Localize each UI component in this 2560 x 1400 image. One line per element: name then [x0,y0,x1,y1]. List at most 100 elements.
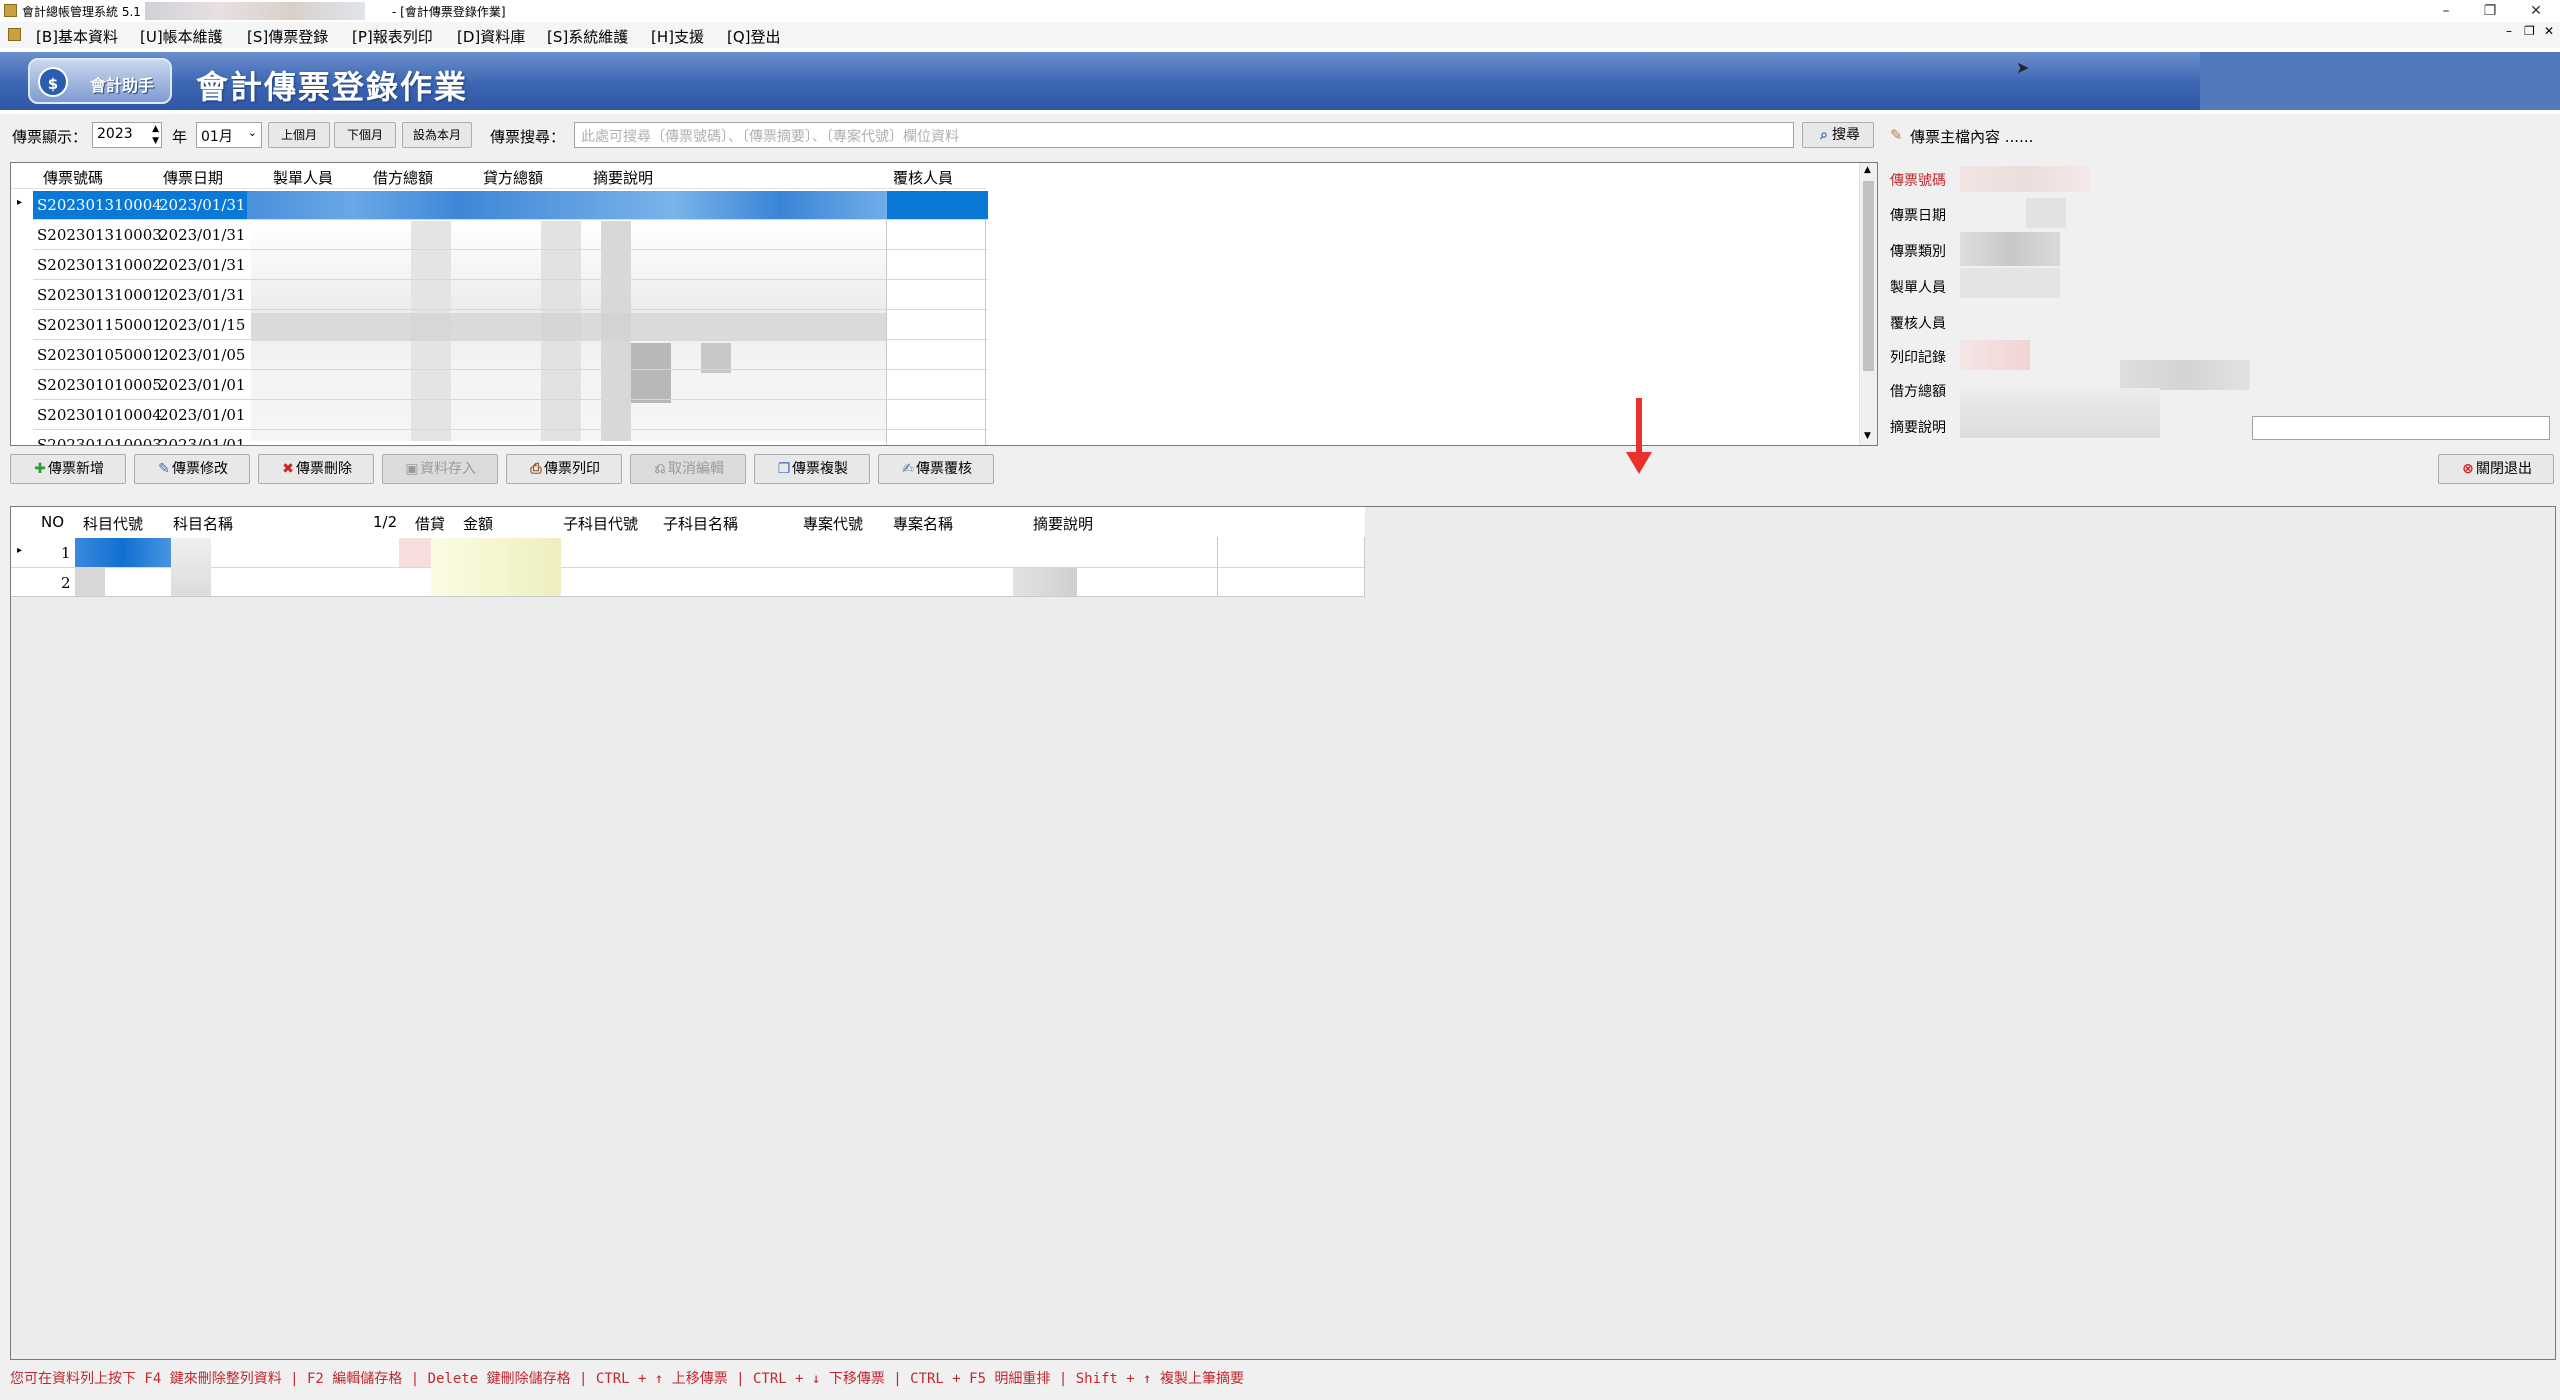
table-row-date[interactable]: 2023/01/31 [159,226,245,244]
table-row-no[interactable]: S202301010005 [37,376,162,394]
close-exit-button[interactable]: ⊗ 關閉退出 [2438,454,2554,484]
selected-account-cell[interactable] [75,538,171,567]
page-title: 會計傳票登錄作業 [196,68,469,106]
this-month-button[interactable]: 設為本月 [402,122,472,148]
table-row-no[interactable]: S202301310004 [37,196,162,214]
redacted-block [171,538,211,596]
col-sub-account-code[interactable]: 子科目代號 [563,513,638,534]
table-row-date[interactable]: 2023/01/31 [159,256,245,274]
table-row-date[interactable]: 2023/01/15 [159,316,245,334]
redacted-block [1013,568,1077,596]
month-select[interactable]: 01月 ⌄ [196,122,262,148]
spin-arrows-icon[interactable]: ▲ ▼ [152,123,159,147]
cancel-edit-button[interactable]: ⎌ 取消編輯 [630,454,746,484]
menu-voucher[interactable]: [S]傳票登錄 [247,26,328,47]
menu-system[interactable]: [S]系統維護 [547,26,628,47]
col-project-code[interactable]: 專案代號 [803,513,863,534]
col-preparer[interactable]: 製單人員 [273,167,333,188]
table-row-date[interactable]: 2023/01/05 [159,346,245,364]
form-title: - [會計傳票登錄作業] [392,5,506,19]
edit-voucher-button[interactable]: ✎ 傳票修改 [134,454,250,484]
detail-panel: 傳票號碼 傳票日期 傳票類別 製單人員 覆核人員 列印記錄 借方總額 摘要說明 [1886,164,2556,448]
scrollbar-thumb[interactable] [1863,181,1874,371]
col-half[interactable]: 1/2 [373,513,397,531]
close-icon[interactable]: ✕ [2516,0,2556,22]
chevron-down-icon[interactable]: ⌄ [248,126,257,139]
search-input[interactable]: 此處可搜尋〔傳票號碼〕、〔傳票摘要〕、〔專案代號〕欄位資料 [574,122,1794,148]
scroll-up-icon[interactable]: ▲ [1864,165,1871,175]
review-voucher-button[interactable]: ✍ 傳票覆核 [878,454,994,484]
col-debit-total[interactable]: 借方總額 [373,167,433,188]
table-row-date[interactable]: 2023/01/01 [159,376,245,394]
dollar-coin-icon: $ [38,67,68,97]
menu-bar: [B]基本資料 [U]帳本維護 [S]傳票登錄 [P]報表列印 [D]資料庫 [… [0,22,2560,48]
copy-voucher-label: 傳票複製 [792,461,848,477]
menu-ledger[interactable]: [U]帳本維護 [140,26,223,47]
table-row-date[interactable]: 2023/01/31 [159,196,245,214]
display-label: 傳票顯示： [12,128,88,146]
menu-help[interactable]: [H]支援 [651,26,704,47]
review-voucher-label: 傳票覆核 [916,461,972,477]
col-amount[interactable]: 金額 [463,513,493,534]
field-print-record-label: 列印記錄 [1890,350,1946,366]
mdi-minimize-icon[interactable]: – [2506,24,2512,38]
mdi-close-icon[interactable]: ✕ [2544,24,2554,38]
table-row-date[interactable]: 2023/01/31 [159,286,245,304]
table-row-no[interactable]: S202301150001 [37,316,162,334]
add-voucher-button[interactable]: ✚ 傳票新增 [10,454,126,484]
col-debit-credit[interactable]: 借貸 [415,513,445,534]
menu-report[interactable]: [P]報表列印 [352,26,433,47]
table-row-date[interactable]: 2023/01/01 [159,406,245,424]
col-account-code[interactable]: 科目代號 [83,513,143,534]
scroll-down-icon[interactable]: ▼ [1864,431,1871,441]
col-credit-total[interactable]: 貸方總額 [483,167,543,188]
col-reviewer[interactable]: 覆核人員 [893,167,953,188]
table-row-no[interactable]: S202301050001 [37,346,162,364]
detail-row-no[interactable]: 1 [61,544,71,562]
row-divider [11,567,1365,568]
col-account-name[interactable]: 科目名稱 [173,513,233,534]
col-no[interactable]: NO [41,513,64,531]
vertical-scrollbar[interactable]: ▲ ▼ [1859,163,1877,445]
table-row-no[interactable]: S202301310002 [37,256,162,274]
restore-icon[interactable]: ❐ [2470,0,2510,22]
table-row-no[interactable]: S202301310003 [37,226,162,244]
col-sub-account-name[interactable]: 子科目名稱 [663,513,738,534]
table-row-no[interactable]: S202301310001 [37,286,162,304]
table-row-no[interactable]: S202301010004 [37,406,162,424]
col-summary[interactable]: 摘要說明 [593,167,653,188]
print-voucher-button[interactable]: ⎙ 傳票列印 [506,454,622,484]
redacted-block [251,313,891,341]
minimize-icon[interactable]: – [2426,0,2466,22]
reviewer-column [886,219,986,445]
col-voucher-date[interactable]: 傳票日期 [163,167,223,188]
next-month-button[interactable]: 下個月 [334,122,396,148]
year-spinner[interactable]: 2023 ▲ ▼ [92,122,162,148]
menu-database[interactable]: [D]資料庫 [457,26,525,47]
redacted-block [75,568,105,596]
summary-field[interactable] [2252,416,2550,440]
save-data-button[interactable]: ▣資料存入 [382,454,498,484]
row-divider [33,339,988,340]
redacted-block [2026,198,2066,228]
app-title: 會計總帳管理系統 5.1 [22,5,141,19]
col-voucher-no[interactable]: 傳票號碼 [43,167,103,188]
voucher-grid[interactable]: 傳票號碼 傳票日期 製單人員 借方總額 貸方總額 摘要說明 覆核人員 ▸ S20… [10,162,1878,446]
table-row-date[interactable]: 2023/01/01 [159,436,245,445]
menu-basic-data[interactable]: [B]基本資料 [36,26,118,47]
prev-month-button[interactable]: 上個月 [268,122,330,148]
row-divider [33,249,988,250]
detail-row-no[interactable]: 2 [61,574,71,592]
col-project-name[interactable]: 專案名稱 [893,513,953,534]
detail-grid[interactable]: NO 科目代號 科目名稱 1/2 借貸 金額 子科目代號 子科目名稱 專案代號 … [10,506,2556,1360]
summary-column [1217,537,1365,597]
col-summary-desc[interactable]: 摘要說明 [1033,513,1093,534]
copy-voucher-button[interactable]: ❐ 傳票複製 [754,454,870,484]
mdi-restore-icon[interactable]: ❐ [2524,24,2535,38]
redacted-block [631,343,671,403]
search-button[interactable]: ⌕ 搜尋 [1802,122,1874,148]
delete-voucher-button[interactable]: ✖ 傳票刪除 [258,454,374,484]
search-placeholder: 此處可搜尋〔傳票號碼〕、〔傳票摘要〕、〔專案代號〕欄位資料 [581,129,959,145]
table-row-no[interactable]: S202301010003 [37,436,162,445]
menu-logout[interactable]: [Q]登出 [727,26,781,47]
